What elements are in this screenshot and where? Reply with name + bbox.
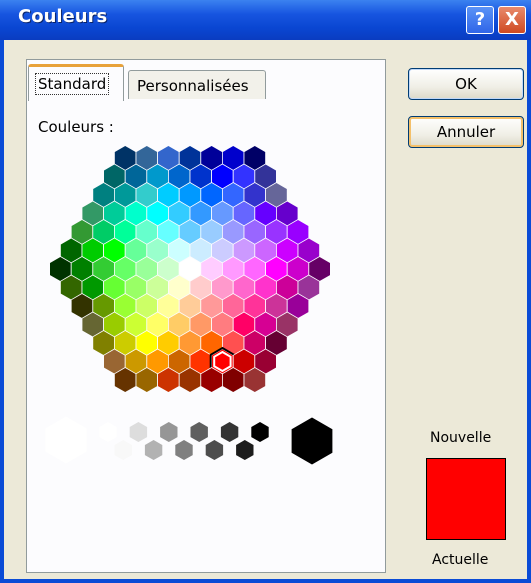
gray-cell[interactable] [204, 439, 224, 461]
gray-cell[interactable] [113, 439, 133, 461]
current-color-label: Actuelle [432, 552, 489, 568]
large-black-cell[interactable] [290, 416, 334, 466]
gray-cell[interactable] [250, 421, 270, 443]
gray-cell[interactable] [98, 421, 118, 443]
large-white-cell[interactable] [44, 415, 88, 465]
gray-cell[interactable] [189, 421, 209, 443]
color-preview-swatch [426, 458, 506, 540]
cancel-button[interactable]: Annuler [408, 116, 524, 148]
new-color-label: Nouvelle [430, 430, 492, 446]
gray-cell[interactable] [159, 421, 179, 443]
gray-cell[interactable] [220, 421, 240, 443]
gray-cell[interactable] [128, 421, 148, 443]
colors-dialog: Couleurs ? X Standard Personnalisées Cou… [0, 0, 531, 583]
gray-cell[interactable] [235, 439, 255, 461]
gray-cell[interactable] [174, 439, 194, 461]
gray-cell[interactable] [144, 439, 164, 461]
ok-button[interactable]: OK [408, 68, 524, 100]
